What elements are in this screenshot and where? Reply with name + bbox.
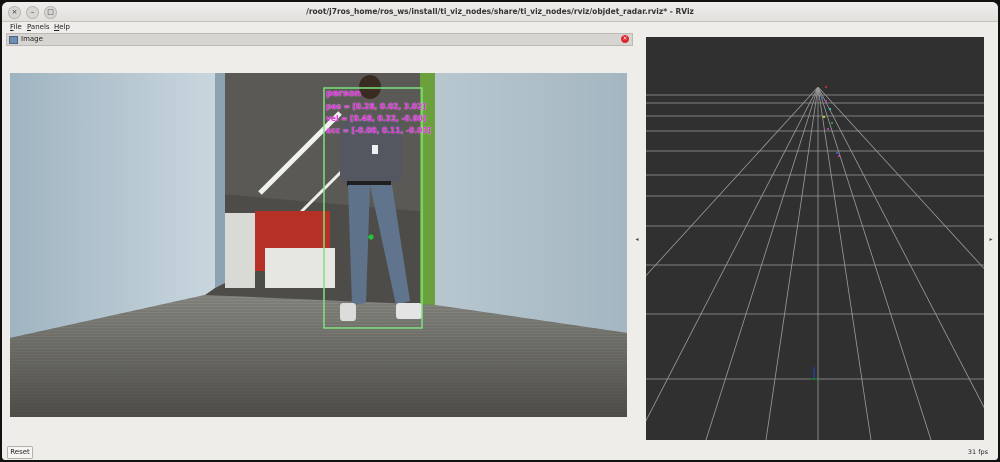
radar-point [823, 116, 825, 118]
menu-help[interactable]: Help [54, 22, 70, 33]
radar-point [821, 97, 823, 99]
radar-point [836, 152, 838, 154]
window-title: /root/j7ros_home/ros_ws/install/ti_viz_n… [306, 7, 694, 16]
image-panel-header[interactable]: Image × [6, 33, 633, 46]
radar-point [829, 108, 831, 110]
far-room [225, 213, 255, 288]
title-bar: × – □ /root/j7ros_home/ros_ws/install/ti… [2, 2, 998, 22]
menu-panels[interactable]: Panels [27, 22, 50, 33]
left-wall-edge [215, 73, 225, 288]
menu-file[interactable]: File [10, 22, 22, 33]
rviz-3d-view[interactable] [495, 37, 998, 441]
image-panel-title: Image [21, 35, 43, 43]
person-left-shoe [340, 303, 356, 321]
image-panel-close-icon[interactable]: × [621, 35, 629, 43]
radar-point [838, 155, 840, 157]
radar-point [825, 86, 827, 88]
detection-velocity-label: vel = [0.48, 0.32, -0.60] [326, 114, 427, 123]
camera-image-view[interactable]: person pos = [0.28, 0.02, 3.02] vel = [0… [10, 73, 627, 417]
radar-point [831, 122, 833, 124]
detection-class-label: person [326, 89, 361, 99]
collapse-right-arrow-icon[interactable]: ▸ [988, 236, 994, 244]
detection-position-label: pos = [0.28, 0.02, 3.02] [326, 102, 426, 111]
collapse-left-arrow-icon[interactable]: ◂ [634, 236, 640, 244]
person-badge [372, 145, 378, 154]
person-right-shoe [396, 303, 422, 319]
rviz-grid [495, 37, 998, 441]
detection-center-dot [368, 234, 374, 240]
left-wall [10, 73, 215, 338]
menu-bar: File Panels Help [2, 22, 998, 33]
right-wall [435, 73, 627, 333]
reset-button[interactable]: Reset [7, 446, 33, 459]
radar-point [825, 100, 827, 102]
image-panel-icon [9, 36, 18, 44]
rviz-window: × – □ /root/j7ros_home/ros_ws/install/ti… [2, 2, 998, 460]
person-head [359, 75, 381, 99]
ceiling-area [210, 73, 440, 213]
detection-acceleration-label: acc = [-0.00, 0.11, -0.03] [326, 126, 431, 135]
camera-scene [10, 73, 627, 417]
fps-readout: 31 fps [967, 448, 988, 456]
radar-point [827, 128, 829, 130]
